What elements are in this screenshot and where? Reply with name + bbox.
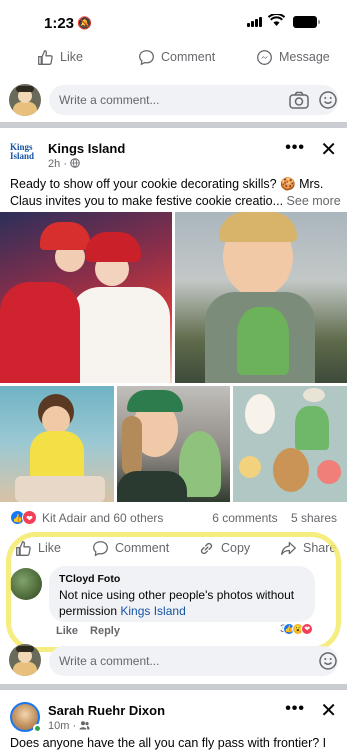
battery-icon	[293, 16, 320, 28]
next-post-meta: 10m ·	[48, 720, 90, 732]
message-button[interactable]: Message	[256, 49, 330, 66]
more-options-icon[interactable]: •••	[285, 139, 305, 157]
post-header: Kings Island Kings Island 2h · ••• ✕	[0, 133, 347, 173]
emoji-icon[interactable]	[319, 652, 337, 670]
photo-boy-with-cookie[interactable]	[175, 212, 347, 383]
close-icon[interactable]: ✕	[320, 698, 337, 723]
avatar	[9, 644, 41, 676]
photo-girl-decorating[interactable]	[0, 386, 114, 502]
post-meta: 2h ·	[48, 158, 80, 170]
next-post-text: Does anyone have the all you can fly pas…	[10, 736, 327, 750]
next-post-time: 10m	[48, 720, 70, 732]
logo-line-2: Island	[10, 151, 35, 161]
wifi-icon	[268, 14, 285, 26]
like-button[interactable]: Like	[37, 49, 83, 66]
like-label: Like	[60, 50, 83, 64]
yellow-highlight-annotation	[6, 532, 341, 652]
messenger-icon	[257, 49, 272, 65]
status-time: 1:23	[44, 15, 75, 32]
online-status-icon	[33, 724, 42, 733]
comment-label: Comment	[161, 50, 216, 64]
emoji-icon[interactable]	[319, 91, 337, 109]
reaction-names: Kit Adair and 60 others	[42, 510, 164, 525]
photo-woman-with-cookie[interactable]	[117, 386, 230, 502]
feed-divider	[0, 684, 347, 690]
page-name[interactable]: Kings Island	[48, 141, 125, 156]
message-label: Message	[279, 50, 330, 64]
comment-composer-2: Write a comment...	[0, 640, 347, 682]
post-text: Ready to show off your cookie decorating…	[10, 176, 342, 210]
count-gap	[281, 511, 288, 525]
prev-post-actions: Like Comment Message	[0, 40, 347, 74]
next-post-header: Sarah Ruehr Dixon 10m · ••• ✕	[0, 694, 347, 734]
engagement-counts: 6 comments 5 shares	[212, 511, 337, 525]
reaction-summary[interactable]: 👍 ❤ Kit Adair and 60 others	[10, 510, 163, 525]
kings-island-logo[interactable]: Kings Island	[10, 143, 39, 169]
avatar	[9, 84, 41, 116]
more-options-icon[interactable]: •••	[285, 700, 305, 718]
close-icon[interactable]: ✕	[320, 137, 337, 162]
comment-button[interactable]: Comment	[138, 49, 215, 66]
comment-input-2[interactable]: Write a comment...	[49, 646, 338, 676]
shares-count[interactable]: 5 shares	[291, 511, 337, 525]
comments-count[interactable]: 6 comments	[212, 511, 277, 525]
comment-composer: Write a comment...	[0, 80, 347, 122]
status-bar: 1:23 🔕	[0, 0, 347, 40]
thumbs-up-icon	[38, 49, 53, 65]
post-time: 2h	[48, 158, 61, 170]
feed-divider	[0, 122, 347, 128]
friends-icon	[79, 721, 90, 730]
separator-dot: ·	[72, 720, 80, 732]
love-reaction-icon: ❤	[22, 510, 37, 525]
photo-santa-mrs-claus[interactable]	[0, 212, 172, 383]
globe-icon	[70, 158, 80, 168]
separator-dot: ·	[63, 158, 71, 170]
author-name[interactable]: Sarah Ruehr Dixon	[48, 703, 165, 718]
signal-icon	[247, 17, 262, 27]
comment-icon	[139, 49, 154, 65]
post-body: Ready to show off your cookie decorating…	[10, 177, 324, 208]
see-more-link[interactable]: See more	[287, 194, 341, 208]
camera-icon[interactable]	[289, 91, 309, 109]
silent-bell-icon: 🔕	[77, 16, 92, 30]
photo-cookie-spread[interactable]	[233, 386, 347, 502]
